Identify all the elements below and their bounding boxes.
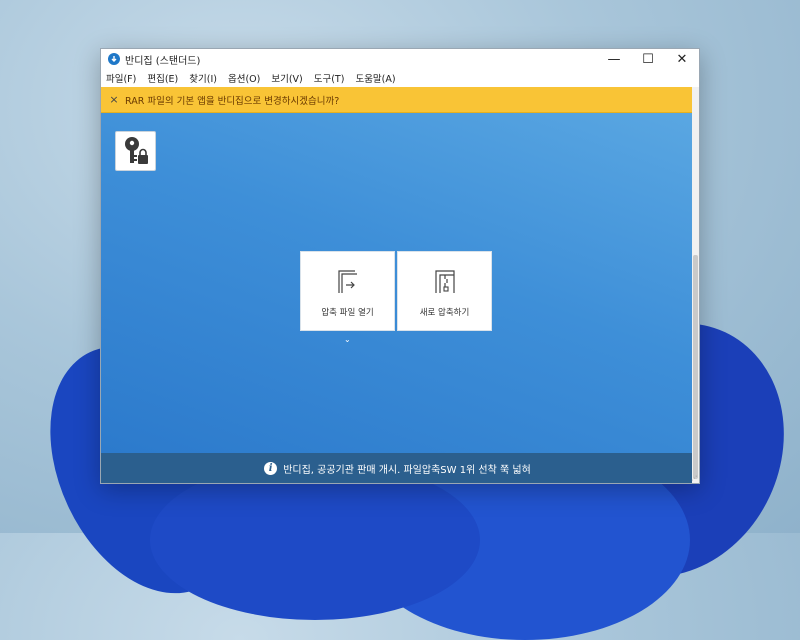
title-bar[interactable]: 반디집 (스탠더드) — ☐ ✕ (101, 49, 699, 69)
menu-tools[interactable]: 도구(T) (309, 71, 351, 85)
open-archive-label: 압축 파일 열기 (321, 308, 374, 318)
notice-text[interactable]: RAR 파일의 기본 앱을 반디집으로 변경하시겠습니까? (125, 93, 339, 107)
open-archive-button[interactable]: 압축 파일 열기 (300, 251, 395, 331)
minimize-button[interactable]: — (597, 49, 631, 69)
menu-options[interactable]: 옵션(O) (223, 71, 266, 85)
main-content-area: 압축 파일 열기 새로 압축하기 ⌄ (101, 113, 694, 453)
menu-find[interactable]: 찾기(I) (184, 71, 223, 85)
app-window: 반디집 (스탠더드) — ☐ ✕ 파일(F) 편집(E) 찾기(I) 옵션(O)… (100, 48, 700, 484)
new-archive-label: 새로 압축하기 (419, 308, 470, 318)
open-archive-icon (337, 270, 357, 293)
bandizip-logo-icon (108, 53, 120, 65)
menu-file[interactable]: 파일(F) (101, 71, 142, 85)
chevron-down-icon[interactable]: ⌄ (344, 335, 351, 344)
resize-grip-icon[interactable]: ⋰ (691, 475, 699, 483)
new-archive-button[interactable]: 새로 압축하기 (397, 251, 492, 331)
vertical-scrollbar[interactable] (692, 87, 699, 483)
menu-edit[interactable]: 편집(E) (142, 71, 184, 85)
notice-close-button[interactable]: × (103, 93, 125, 106)
maximize-button[interactable]: ☐ (631, 49, 665, 69)
wallpaper-bloom-bottom (150, 460, 480, 620)
scrollbar-thumb[interactable] (693, 255, 698, 479)
key-lock-icon (124, 137, 148, 164)
info-icon: i (264, 461, 278, 475)
menu-help[interactable]: 도움말(A) (350, 71, 401, 85)
menu-bar: 파일(F) 편집(E) 찾기(I) 옵션(O) 보기(V) 도구(T) 도움말(… (101, 69, 699, 86)
ad-banner-text[interactable]: 반디집, 공공기관 판매 개시. 파일압축SW 1위 선착 쭉 넓혀 (283, 461, 531, 476)
default-app-notice-bar[interactable]: × RAR 파일의 기본 앱을 반디집으로 변경하시겠습니까? (101, 87, 694, 113)
password-manager-button[interactable] (115, 131, 156, 171)
menu-view[interactable]: 보기(V) (266, 71, 308, 85)
ad-banner[interactable]: i 반디집, 공공기관 판매 개시. 파일압축SW 1위 선착 쭉 넓혀 (101, 453, 694, 483)
window-title: 반디집 (스탠더드) (125, 55, 201, 67)
new-archive-icon (434, 270, 455, 293)
close-button[interactable]: ✕ (665, 49, 699, 69)
